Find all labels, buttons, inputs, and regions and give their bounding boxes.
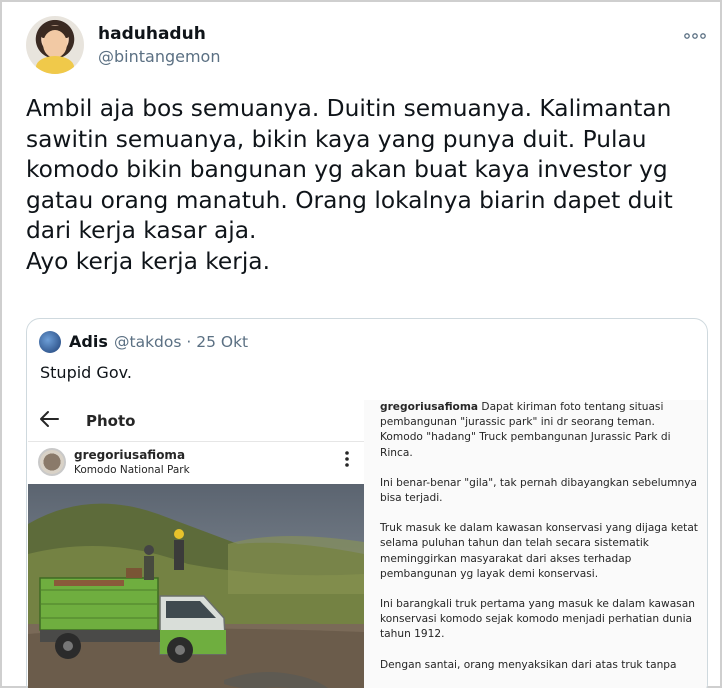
caption-username: gregoriusafioma [380, 401, 479, 413]
tweet-header: haduhaduh @bintangemon [26, 16, 706, 76]
user-handle[interactable]: @bintangemon [98, 47, 220, 66]
avatar[interactable] [26, 16, 84, 74]
truck-photo [28, 484, 364, 688]
caption-paragraph: Truk masuk ke dalam kawasan konservasi y… [380, 522, 698, 580]
quoted-avatar[interactable] [39, 331, 61, 353]
caption-paragraph: Ini benar-benar "gila", tak pernah dibay… [380, 476, 698, 505]
display-name[interactable]: haduhaduh [98, 24, 206, 44]
arrow-left-icon [38, 406, 60, 438]
instagram-post: Photo gregoriusafioma Komodo National Pa… [28, 400, 364, 688]
tweet-text: Ambil aja bos semuanya. Duitin semuanya.… [26, 95, 673, 275]
quoted-meta: @takdos · 25 Okt [114, 333, 249, 351]
more-vertical-icon [344, 450, 350, 472]
instagram-user-row: gregoriusafioma Komodo National Park [28, 442, 364, 484]
quoted-image[interactable]: Photo gregoriusafioma Komodo National Pa… [28, 400, 707, 688]
instagram-location: Komodo National Park [74, 464, 190, 476]
instagram-header: Photo [28, 400, 364, 442]
caption-paragraph: gregoriusafioma Dapat kiriman foto tenta… [380, 401, 671, 459]
quoted-tweet[interactable]: Adis @takdos · 25 Okt Stupid Gov. Photo … [26, 318, 708, 688]
instagram-header-title: Photo [86, 412, 136, 430]
instagram-avatar [38, 448, 66, 476]
instagram-username: gregoriusafioma [74, 448, 186, 462]
quoted-text: Stupid Gov. [40, 363, 132, 382]
instagram-caption: gregoriusafioma Dapat kiriman foto tenta… [380, 400, 698, 688]
caption-paragraph: Ini barangkali truk pertama yang masuk k… [380, 598, 695, 641]
caption-paragraph: Dengan santai, orang menyaksikan dari at… [380, 658, 677, 671]
more-horizontal-icon[interactable] [684, 26, 706, 45]
quoted-display-name[interactable]: Adis [69, 332, 108, 351]
tweet-card: haduhaduh @bintangemon Ambil aja bos sem… [0, 0, 722, 688]
